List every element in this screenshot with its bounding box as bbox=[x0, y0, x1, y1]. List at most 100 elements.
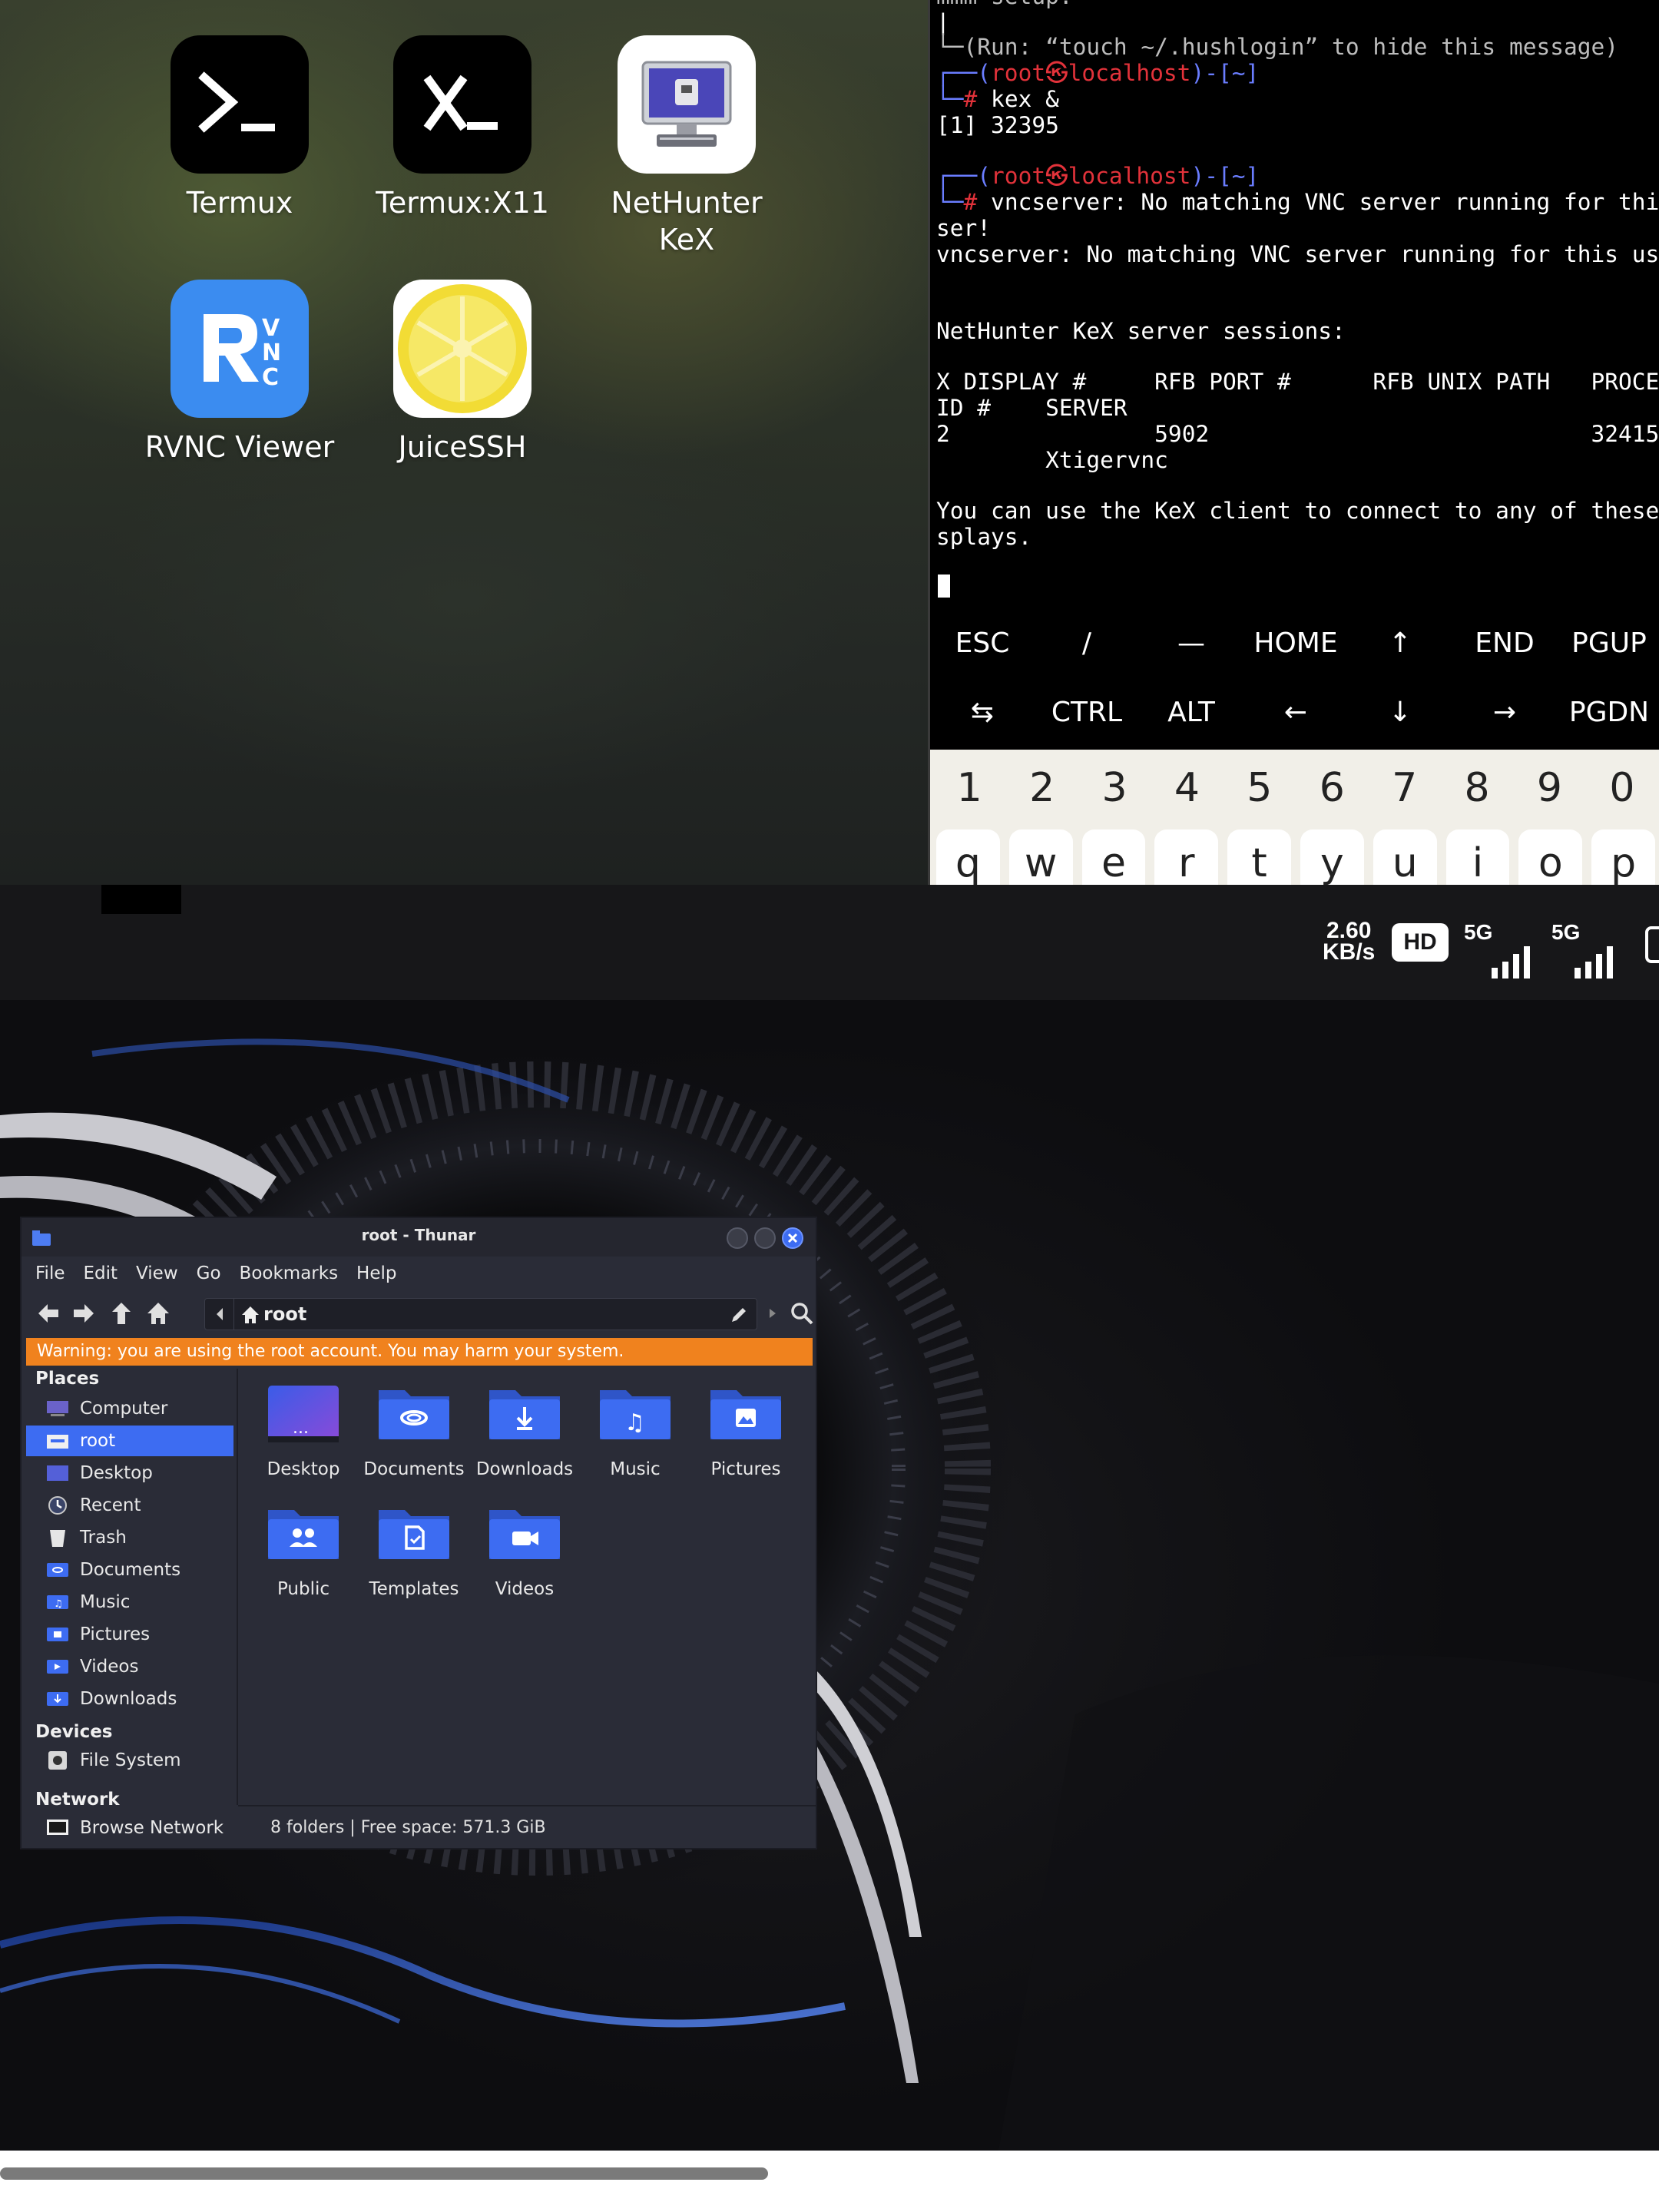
search-icon[interactable] bbox=[790, 1301, 814, 1326]
key-3[interactable]: 3 bbox=[1078, 750, 1151, 826]
key-q[interactable]: q bbox=[936, 830, 1000, 885]
key-pgdn[interactable]: PGDN bbox=[1557, 677, 1659, 747]
back-button[interactable] bbox=[34, 1300, 61, 1327]
key-w[interactable]: w bbox=[1008, 830, 1073, 885]
juicessh-icon bbox=[393, 280, 531, 418]
app-nethunter-kex[interactable]: NetHunter KeX bbox=[571, 35, 802, 258]
menu-help[interactable]: Help bbox=[356, 1257, 396, 1290]
key-2[interactable]: 2 bbox=[1005, 750, 1078, 826]
key-0[interactable]: 0 bbox=[1586, 750, 1658, 826]
edit-location-icon[interactable] bbox=[729, 1305, 749, 1325]
key-tab[interactable]: ⇆ bbox=[930, 677, 1035, 747]
key-e[interactable]: e bbox=[1081, 830, 1146, 885]
sidebar-item-computer[interactable]: Computer bbox=[26, 1393, 233, 1424]
videos-folder-icon bbox=[46, 1657, 69, 1676]
documents-folder-icon bbox=[46, 1561, 69, 1579]
key-7[interactable]: 7 bbox=[1368, 750, 1440, 826]
maximize-button[interactable] bbox=[754, 1227, 776, 1249]
key-r[interactable]: r bbox=[1154, 830, 1219, 885]
key-y[interactable]: y bbox=[1300, 830, 1364, 885]
sidebar-item-videos[interactable]: Videos bbox=[26, 1651, 233, 1682]
folder-templates[interactable]: Templates bbox=[358, 1502, 470, 1599]
folder-music[interactable]: ♫ Music bbox=[579, 1382, 691, 1479]
app-rvnc-viewer[interactable]: V N C RVNC Viewer bbox=[124, 280, 355, 465]
sidebar-item-browse-network[interactable]: Browse Network bbox=[26, 1813, 233, 1843]
key-pgup[interactable]: PGUP bbox=[1557, 608, 1659, 677]
menu-view[interactable]: View bbox=[136, 1257, 178, 1290]
key-1[interactable]: 1 bbox=[933, 750, 1005, 826]
devices-header: Devices bbox=[35, 1722, 113, 1742]
key-ctrl[interactable]: CTRL bbox=[1035, 677, 1139, 747]
recent-icon bbox=[46, 1496, 69, 1515]
key-right[interactable]: → bbox=[1452, 677, 1557, 747]
public-folder-icon bbox=[267, 1502, 340, 1565]
trash-icon bbox=[46, 1528, 69, 1547]
home-gesture-bar[interactable] bbox=[0, 2167, 768, 2180]
key-esc[interactable]: ESC bbox=[930, 608, 1035, 677]
sidebar-item-trash[interactable]: Trash bbox=[26, 1522, 233, 1553]
key-left[interactable]: ← bbox=[1243, 677, 1348, 747]
app-termux[interactable]: Termux bbox=[124, 35, 355, 221]
key-8[interactable]: 8 bbox=[1441, 750, 1513, 826]
menu-edit[interactable]: Edit bbox=[84, 1257, 118, 1290]
key-slash[interactable]: / bbox=[1035, 608, 1139, 677]
chevron-right-icon[interactable] bbox=[763, 1301, 782, 1326]
key-6[interactable]: 6 bbox=[1296, 750, 1368, 826]
termux-terminal[interactable]: mmm setup. | └─(Run: “touch ~/.hushlogin… bbox=[928, 0, 1659, 750]
sidebar-item-music[interactable]: ♫ Music bbox=[26, 1587, 233, 1618]
app-termux-x11[interactable]: Termux:X11 bbox=[347, 35, 578, 221]
folder-downloads[interactable]: Downloads bbox=[469, 1382, 581, 1479]
up-button[interactable] bbox=[108, 1300, 135, 1327]
key-alt[interactable]: ALT bbox=[1139, 677, 1243, 747]
key-end[interactable]: END bbox=[1452, 608, 1557, 677]
music-folder-icon: ♫ bbox=[46, 1593, 69, 1611]
sidebar-item-desktop[interactable]: Desktop bbox=[26, 1458, 233, 1488]
drive-icon bbox=[46, 1751, 69, 1770]
key-5[interactable]: 5 bbox=[1224, 750, 1296, 826]
key-dash[interactable]: — bbox=[1139, 608, 1243, 677]
key-up[interactable]: ↑ bbox=[1348, 608, 1452, 677]
sidebar-item-downloads[interactable]: Downloads bbox=[26, 1684, 233, 1714]
menu-file[interactable]: File bbox=[35, 1257, 65, 1290]
key-p[interactable]: p bbox=[1591, 830, 1655, 885]
key-down[interactable]: ↓ bbox=[1348, 677, 1452, 747]
close-button[interactable] bbox=[782, 1227, 803, 1249]
thunar-window[interactable]: root - Thunar File Edit View Go Bookmark… bbox=[20, 1217, 817, 1849]
music-folder-icon: ♫ bbox=[598, 1382, 672, 1445]
home-icon bbox=[147, 1303, 169, 1324]
key-o[interactable]: o bbox=[1518, 830, 1583, 885]
sidebar-item-pictures[interactable]: Pictures bbox=[26, 1619, 233, 1650]
folder-videos[interactable]: Videos bbox=[469, 1502, 581, 1599]
menu-bookmarks[interactable]: Bookmarks bbox=[240, 1257, 339, 1290]
folder-documents[interactable]: Documents bbox=[358, 1382, 470, 1479]
folder-pictures[interactable]: Pictures bbox=[690, 1382, 802, 1479]
menu-go[interactable]: Go bbox=[197, 1257, 221, 1290]
minimize-button[interactable] bbox=[727, 1227, 748, 1249]
path-back-button[interactable] bbox=[205, 1299, 234, 1330]
folder-public[interactable]: Public bbox=[247, 1502, 359, 1599]
sidebar-item-root[interactable]: root bbox=[26, 1426, 233, 1456]
key-t[interactable]: t bbox=[1227, 830, 1291, 885]
location-bar[interactable]: root bbox=[204, 1298, 757, 1330]
sidebar-item-label: File System bbox=[80, 1750, 181, 1770]
file-view[interactable]: ... Desktop Documents Downloads ♫ Music bbox=[238, 1369, 816, 1799]
app-juicessh[interactable]: JuiceSSH bbox=[347, 280, 578, 465]
window-titlebar[interactable]: root - Thunar bbox=[22, 1218, 816, 1257]
sidebar-item-file-system[interactable]: File System bbox=[26, 1745, 233, 1776]
key-home[interactable]: HOME bbox=[1243, 608, 1348, 677]
key-9[interactable]: 9 bbox=[1513, 750, 1585, 826]
terminal-line: NetHunter KeX server sessions: bbox=[936, 318, 1346, 344]
key-4[interactable]: 4 bbox=[1151, 750, 1223, 826]
letter-row: q w e r t y u i o p bbox=[930, 830, 1659, 885]
extra-keys-row-2: ⇆ CTRL ALT ← ↓ → PGDN bbox=[930, 677, 1659, 747]
folder-desktop[interactable]: ... Desktop bbox=[247, 1382, 359, 1479]
forward-button[interactable] bbox=[71, 1300, 98, 1327]
sidebar-item-recent[interactable]: Recent bbox=[26, 1490, 233, 1521]
svg-text:...: ... bbox=[293, 1419, 309, 1438]
home-button[interactable] bbox=[144, 1300, 172, 1327]
key-u[interactable]: u bbox=[1373, 830, 1437, 885]
terminal-line: vncserver: No matching VNC server runnin… bbox=[936, 241, 1659, 267]
path-segment-root[interactable]: root bbox=[263, 1303, 306, 1325]
key-i[interactable]: i bbox=[1445, 830, 1510, 885]
sidebar-item-documents[interactable]: Documents bbox=[26, 1555, 233, 1585]
